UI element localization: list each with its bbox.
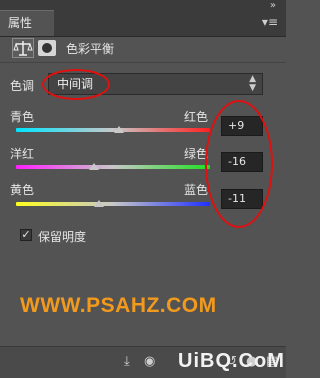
menu-lines-icon[interactable]: ▾≡	[262, 15, 278, 29]
slider-yellow-blue-thumb[interactable]	[94, 200, 104, 207]
slider-magenta-green-thumb[interactable]	[89, 163, 99, 170]
tone-label: 色调	[10, 79, 35, 93]
highlight-ring-values	[205, 100, 273, 228]
view-previous-icon[interactable]: ◉	[144, 354, 155, 369]
balance-scale-icon[interactable]	[12, 38, 34, 58]
slider-cyan-red-thumb[interactable]	[114, 126, 124, 133]
site-logo: UiBQ.CoM	[178, 350, 285, 372]
panel-titlebar: 属性 » ▾≡	[0, 0, 286, 37]
preserve-luminosity-checkbox[interactable]: ✓	[20, 229, 32, 241]
double-arrow-icon[interactable]: »	[270, 0, 276, 11]
highlight-ring-tone	[42, 69, 110, 100]
watermark-text: WWW.PSAHZ.COM	[20, 294, 217, 317]
clip-to-layer-icon[interactable]: ⤓	[124, 354, 130, 369]
slider-blue-label: 蓝色	[184, 183, 209, 197]
slider-yellow-blue-track[interactable]	[16, 202, 210, 206]
slider-cyan-red-track[interactable]	[16, 128, 210, 132]
slider-red-label: 红色	[184, 110, 209, 124]
adjustment-title: 色彩平衡	[66, 42, 115, 56]
layer-mask-icon[interactable]	[38, 40, 56, 56]
slider-cyan-label: 青色	[10, 110, 35, 124]
adjustment-header: 色彩平衡	[0, 36, 286, 63]
tab-properties[interactable]: 属性	[0, 10, 54, 36]
preserve-luminosity-label: 保留明度	[38, 230, 87, 244]
select-arrows-icon: ▲ ▼	[249, 74, 256, 93]
slider-magenta-label: 洋红	[10, 147, 35, 161]
slider-magenta-green-track[interactable]	[16, 165, 210, 169]
slider-yellow-label: 黄色	[10, 183, 35, 197]
